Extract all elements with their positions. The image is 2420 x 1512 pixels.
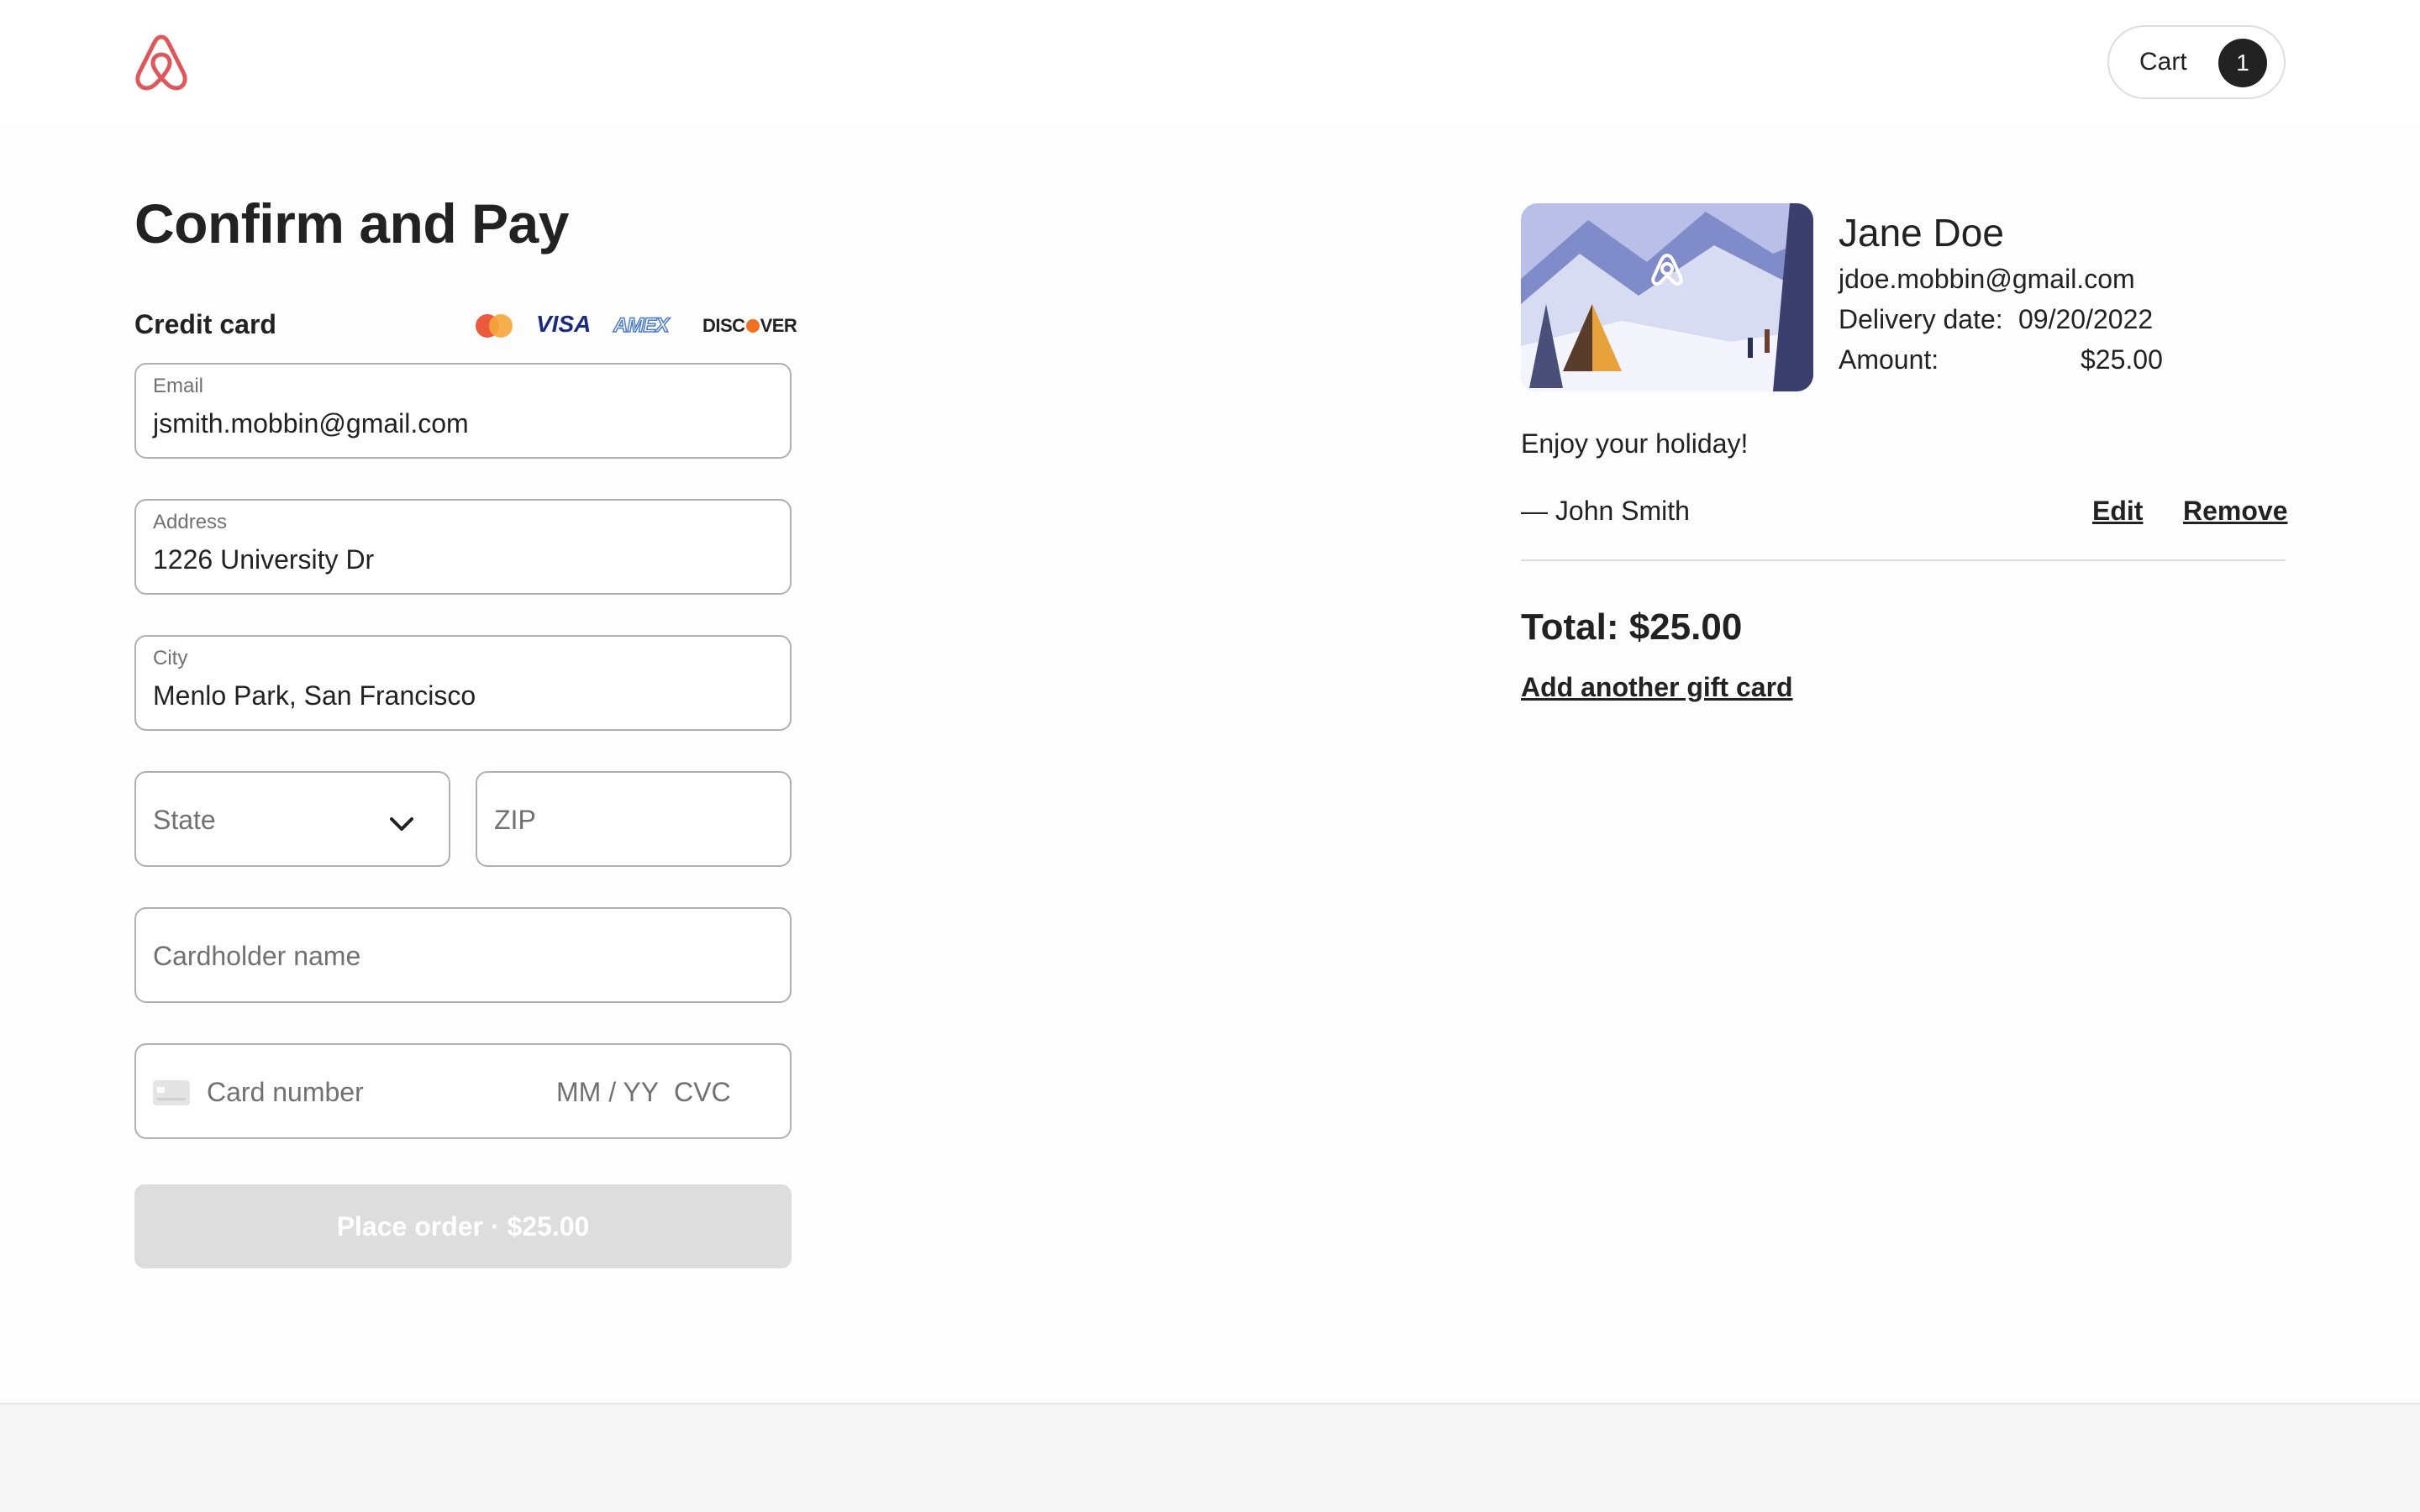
gift-sender: — John Smith [1521,496,1690,526]
airbnb-logo-icon[interactable] [133,34,190,92]
payment-method-label: Credit card [134,309,276,339]
address-field-value[interactable]: 1226 University Dr [153,544,374,575]
amex-icon: AMEX [613,313,670,338]
cardholder-name-field[interactable]: Cardholder name [134,907,792,1003]
email-field[interactable]: Email jsmith.mobbin@gmail.com [134,363,792,459]
edit-gift-card-link[interactable]: Edit [2092,496,2143,527]
add-another-gift-card-link[interactable]: Add another gift card [1521,672,1793,703]
footer [0,1403,2420,1512]
amount-value: $25.00 [2081,344,2163,375]
top-header: Cart 1 [0,0,2420,124]
order-total: Total: $25.00 [1521,606,1743,648]
card-expiry-placeholder[interactable]: MM / YY [556,1077,659,1108]
place-order-button[interactable]: Place order · $25.00 [134,1184,792,1268]
recipient-email: jdoe.mobbin@gmail.com [1839,264,2135,294]
card-number-placeholder[interactable]: Card number [207,1077,364,1108]
delivery-date-value: 09/20/2022 [2018,304,2154,334]
remove-gift-card-link[interactable]: Remove [2183,496,2288,527]
gift-card-image [1521,203,1813,391]
email-field-value[interactable]: jsmith.mobbin@gmail.com [153,408,469,439]
zip-field[interactable]: ZIP [476,771,792,867]
cart-button[interactable]: Cart 1 [2107,25,2286,99]
address-field-label: Address [153,511,228,533]
mastercard-icon [476,314,514,338]
discover-icon: DISC VER [702,315,797,336]
city-field[interactable]: City Menlo Park, San Francisco [134,635,792,731]
page-title: Confirm and Pay [134,192,569,255]
cardholder-name-placeholder: Cardholder name [153,941,361,971]
cart-label: Cart [2139,48,2187,76]
recipient-name: Jane Doe [1839,211,2004,255]
amount-label: Amount: [1839,344,1939,375]
zip-placeholder: ZIP [494,805,536,835]
delivery-date-label: Delivery date: [1839,304,2003,334]
city-field-value[interactable]: Menlo Park, San Francisco [153,680,476,711]
divider [1521,559,2286,561]
chevron-down-icon [390,817,413,831]
address-field[interactable]: Address 1226 University Dr [134,499,792,595]
cart-count-badge: 1 [2218,39,2267,87]
state-select[interactable]: State [134,771,450,867]
visa-icon: VISA [536,311,592,337]
card-details-field[interactable]: Card number MM / YY CVC [134,1043,792,1139]
email-field-label: Email [153,375,204,397]
credit-card-icon [153,1080,190,1105]
card-cvc-placeholder[interactable]: CVC [674,1077,731,1108]
city-field-label: City [153,647,188,669]
state-placeholder: State [153,805,216,835]
gift-message: Enjoy your holiday! [1521,428,1749,459]
